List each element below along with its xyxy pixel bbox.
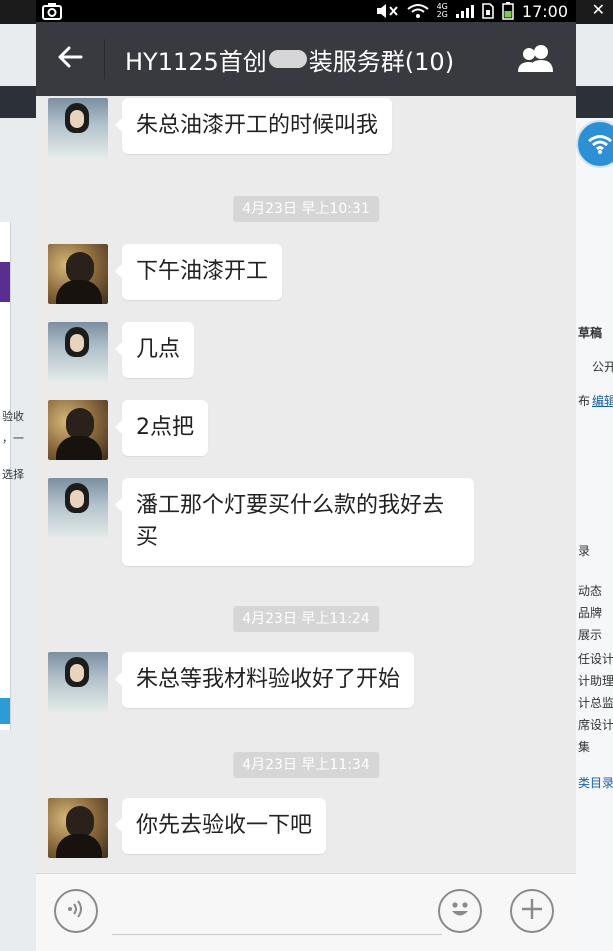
- message-bubble[interactable]: 几点: [114, 322, 195, 378]
- more-button[interactable]: [510, 889, 554, 933]
- timestamp: 4月23日 早上11:24: [233, 606, 379, 632]
- bg-right-text: 动态: [578, 584, 603, 598]
- redaction-smudge: [268, 50, 307, 68]
- background-close-icon[interactable]: ✕: [592, 0, 605, 20]
- timestamp: 4月23日 早上10:31: [233, 196, 379, 222]
- back-arrow-icon: [57, 46, 83, 72]
- message-row: 下午油漆开工: [48, 244, 283, 304]
- background-right-panel: [576, 118, 613, 951]
- network-type-badge: 4G 2G: [437, 3, 448, 19]
- network-2g-label: 2G: [436, 10, 448, 19]
- title-divider: [104, 39, 105, 79]
- message-row: 几点: [48, 322, 195, 382]
- message-row: 你先去验收一下吧: [48, 798, 327, 858]
- bg-right-text: 录: [578, 544, 591, 558]
- message-input[interactable]: [112, 892, 442, 935]
- voice-button[interactable]: [54, 889, 98, 933]
- bg-right-text: 品牌: [578, 606, 603, 620]
- avatar[interactable]: [48, 400, 108, 460]
- message-bubble[interactable]: 朱总油漆开工的时候叫我: [114, 98, 393, 154]
- avatar[interactable]: [48, 798, 108, 858]
- bg-right-text: 席设计: [578, 718, 613, 732]
- avatar[interactable]: [48, 478, 108, 538]
- voice-icon: [65, 898, 87, 924]
- bg-right-link[interactable]: 编辑: [592, 392, 613, 409]
- emoji-icon: [445, 894, 475, 928]
- input-bar: [36, 873, 576, 951]
- bg-left-text: 选择: [2, 468, 24, 481]
- background-blue-button: [0, 698, 10, 724]
- bg-left-text: 验收: [2, 410, 24, 423]
- avatar[interactable]: [48, 652, 108, 712]
- signal-icon: [455, 4, 474, 18]
- bg-right-text: 计助理: [578, 674, 613, 688]
- message-bubble[interactable]: 下午油漆开工: [114, 244, 283, 300]
- bg-right-text: 计总监: [578, 696, 613, 710]
- message-bubble[interactable]: 2点把: [115, 400, 208, 456]
- group-members-button[interactable]: [516, 40, 556, 80]
- bg-left-text: ，一: [2, 432, 24, 445]
- group-members-icon: [516, 43, 556, 77]
- chat-title-bar: HY1125首创 装服务群(10): [36, 22, 576, 96]
- avatar[interactable]: [48, 244, 108, 304]
- bg-right-link[interactable]: 类目录: [578, 774, 613, 791]
- bg-right-text: 集: [578, 740, 591, 754]
- bg-right-text: 任设计: [578, 652, 613, 666]
- bg-right-text: 展示: [578, 628, 603, 642]
- phone-screen: 4G 2G 17:00 HY1125首创 装服务群(10) 朱总油漆开工的时候叫…: [36, 0, 576, 951]
- message-row: 潘工那个灯要买什么款的我好去买: [48, 478, 474, 566]
- message-bubble[interactable]: 朱总等我材料验收好了开始: [114, 652, 415, 708]
- avatar[interactable]: [48, 322, 108, 382]
- status-bar: 4G 2G 17:00: [36, 0, 576, 22]
- message-row: 2点把: [48, 400, 208, 460]
- plus-icon: [519, 896, 545, 926]
- chat-title-end: 装服务群(10): [308, 47, 455, 76]
- emoji-button[interactable]: [438, 889, 482, 933]
- message-bubble[interactable]: 潘工那个灯要买什么款的我好去买: [115, 478, 474, 566]
- wifi-icon: [406, 3, 429, 19]
- bg-right-text: 公开: [592, 360, 613, 374]
- message-row: 朱总油漆开工的时候叫我: [48, 98, 393, 158]
- avatar[interactable]: [48, 98, 108, 158]
- message-bubble[interactable]: 你先去验收一下吧: [114, 798, 327, 854]
- battery-icon: [502, 2, 514, 20]
- chat-title-start: HY1125首创: [125, 47, 267, 76]
- status-time: 17:00: [521, 1, 568, 21]
- camera-icon: [42, 2, 62, 24]
- sim-icon: [482, 3, 494, 19]
- message-list[interactable]: 朱总油漆开工的时候叫我 4月23日 早上10:31 下午油漆开工 几点 2点把 …: [36, 96, 576, 873]
- back-button[interactable]: [36, 22, 104, 96]
- mute-icon: [375, 3, 399, 19]
- bg-right-text: 草稿: [578, 326, 603, 340]
- message-row: 朱总等我材料验收好了开始: [48, 652, 415, 712]
- chat-title: HY1125首创 装服务群(10): [125, 42, 454, 77]
- timestamp: 4月23日 早上11:34: [233, 752, 379, 778]
- background-purple-strip: [0, 262, 10, 302]
- bg-right-text: 布: [578, 394, 591, 408]
